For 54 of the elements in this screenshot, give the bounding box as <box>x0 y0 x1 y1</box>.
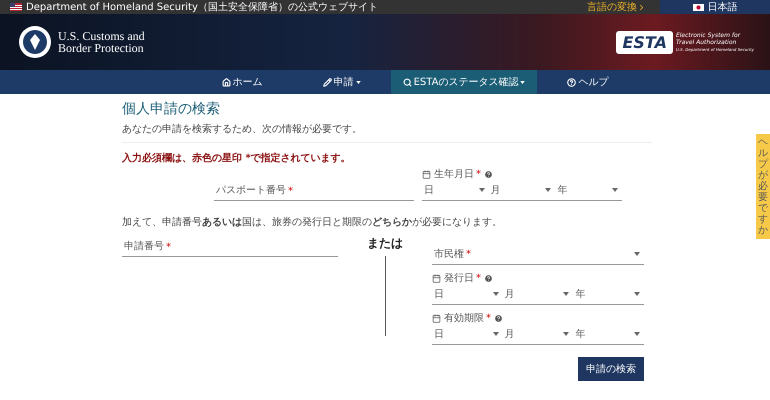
caret-icon <box>563 292 570 296</box>
help-icon[interactable] <box>484 170 493 178</box>
caret-icon <box>478 188 485 192</box>
field-label: 生年月日 * <box>434 168 481 181</box>
nav-tab[interactable]: ホーム <box>192 70 293 94</box>
select-field[interactable]: 日 <box>432 285 503 304</box>
select-field[interactable]: 年 <box>573 285 644 304</box>
caret-icon <box>634 252 640 256</box>
language-button[interactable]: 日本語 <box>660 0 770 14</box>
or-text: または <box>367 235 403 252</box>
home-icon <box>222 78 231 86</box>
calendar-icon <box>422 170 431 178</box>
passport-field[interactable]: パスポート番号 * <box>214 179 414 201</box>
select-field[interactable]: 日 <box>422 181 489 200</box>
page-title: 個人申請の検索 <box>122 100 221 118</box>
pencil-icon <box>322 78 332 86</box>
select-field[interactable]: 月 <box>502 325 574 344</box>
caret-icon <box>634 292 640 296</box>
agency-text: Department of Homeland Security（国土安全保障省）の公式ウェブサイト <box>10 0 378 14</box>
required-notice: 入力必須欄は、赤色の星印 *で指定されています。 <box>122 151 352 165</box>
chevron-right-icon <box>637 2 646 12</box>
caret-icon <box>634 332 640 336</box>
notice-text: 加えて、申請番号あるいは国は、旅券の発行日と期限のどちらかが必要になります。 <box>122 216 503 229</box>
seal-icon <box>18 25 52 59</box>
nav-tab[interactable]: ヘルプ <box>537 70 638 94</box>
help-icon[interactable] <box>494 314 503 322</box>
help-icon <box>567 78 576 86</box>
help-side-tab[interactable]: ヘルプが必要ですか <box>756 134 770 239</box>
caret-icon <box>545 188 552 192</box>
search-icon <box>402 78 412 86</box>
select-field[interactable]: 年 <box>555 181 622 200</box>
select-field[interactable]: 月 <box>502 285 574 304</box>
nav-tab[interactable]: ESTAのステータス確認 <box>390 70 538 94</box>
select-field[interactable]: 年 <box>573 325 644 344</box>
field-label: 有効期限 * <box>444 312 491 325</box>
caret-icon <box>612 188 618 192</box>
calendar-icon <box>432 274 441 282</box>
search-button[interactable]: 申請の検索 <box>578 357 644 381</box>
citizenship-select[interactable]: 市民権 * <box>432 235 644 265</box>
language-change-link[interactable]: 言語の変換 <box>587 0 646 14</box>
help-icon[interactable] <box>484 274 493 282</box>
caret-icon <box>492 332 499 336</box>
subtitle-text: あなたの申請を検索するため、次の情報が必要です。 <box>122 122 363 136</box>
field-label: 発行日 * <box>444 272 481 285</box>
application-number-field[interactable]: 申請番号 * <box>122 235 338 257</box>
agency-name: U.S. Customs and Border Protection <box>58 30 145 54</box>
flag-icon <box>692 4 704 10</box>
select-field[interactable]: 日 <box>432 325 503 344</box>
nav-tab[interactable]: 申請 <box>292 70 391 94</box>
caret-icon <box>492 292 499 296</box>
caret-icon <box>563 332 570 336</box>
flag-icon <box>10 3 22 11</box>
calendar-icon <box>432 314 441 322</box>
select-field[interactable]: 月 <box>488 181 556 200</box>
